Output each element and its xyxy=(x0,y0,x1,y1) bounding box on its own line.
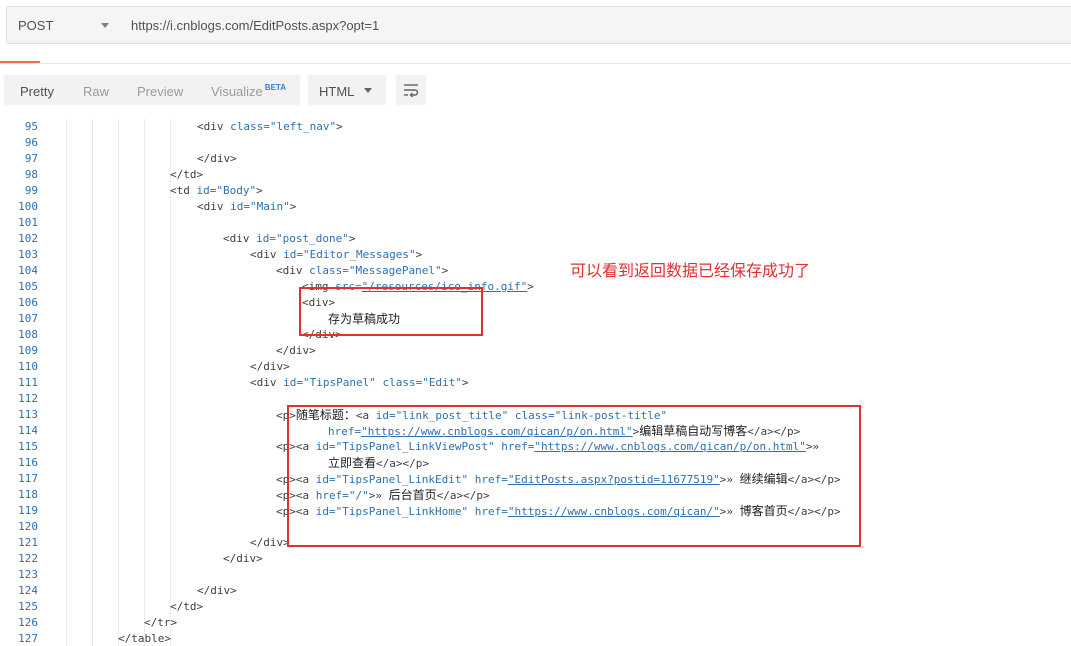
line-number: 117 xyxy=(18,472,38,485)
request-bar: POST https://i.cnblogs.com/EditPosts.asp… xyxy=(0,0,1071,52)
code-line: 124 </div> xyxy=(0,583,1071,599)
line-number: 121 xyxy=(18,536,38,549)
code-line: 125 </td> xyxy=(0,599,1071,615)
annotation-box-tips xyxy=(287,405,861,547)
line-number: 120 xyxy=(18,520,38,533)
tab-pretty[interactable]: Pretty xyxy=(20,84,54,99)
code-text: </tr> xyxy=(144,616,178,629)
code-line: 95 <div class="left_nav"> xyxy=(0,119,1071,135)
code-line: 107 存为草稿成功 xyxy=(0,311,1071,327)
line-number: 100 xyxy=(18,200,38,213)
line-number: 98 xyxy=(24,168,38,181)
line-number: 113 xyxy=(18,408,38,421)
url-text: https://i.cnblogs.com/EditPosts.aspx?opt… xyxy=(131,18,380,33)
line-number: 110 xyxy=(18,360,38,373)
line-number: 114 xyxy=(18,424,38,437)
format-select[interactable]: HTML xyxy=(308,75,386,105)
code-text: </td> xyxy=(170,168,204,181)
code-line: 109 </div> xyxy=(0,343,1071,359)
code-line: 102 <div id="post_done"> xyxy=(0,231,1071,247)
code-line: 111 <div id="TipsPanel" class="Edit"> xyxy=(0,375,1071,391)
code-text: <td id="Body"> xyxy=(170,184,263,197)
code-line: 97 </div> xyxy=(0,151,1071,167)
wrap-lines-button[interactable] xyxy=(396,75,426,105)
code-line: 98 </td> xyxy=(0,167,1071,183)
line-number: 95 xyxy=(24,120,38,133)
code-line: 108 </div> xyxy=(0,327,1071,343)
code-text: <div class="MessagePanel"> xyxy=(276,264,449,277)
code-line: 122 </div> xyxy=(0,551,1071,567)
http-method-select[interactable]: POST xyxy=(6,6,122,44)
code-line: 100 <div id="Main"> xyxy=(0,199,1071,215)
code-line: 103 <div id="Editor_Messages"> xyxy=(0,247,1071,263)
line-number: 107 xyxy=(18,312,38,325)
tab-preview[interactable]: Preview xyxy=(137,84,183,99)
line-number: 101 xyxy=(18,216,38,229)
line-number: 125 xyxy=(18,600,38,613)
code-text: <div class="left_nav"> xyxy=(197,120,343,133)
code-line: 123 xyxy=(0,567,1071,583)
line-number: 124 xyxy=(18,584,38,597)
code-text: <div id="post_done"> xyxy=(223,232,356,245)
code-line: 96 xyxy=(0,135,1071,151)
code-text: </td> xyxy=(170,600,204,613)
chevron-down-icon xyxy=(101,23,109,28)
code-line: 110 </div> xyxy=(0,359,1071,375)
line-number: 108 xyxy=(18,328,38,341)
code-line: 101 xyxy=(0,215,1071,231)
code-text: </div> xyxy=(250,360,290,373)
code-line: 104 <div class="MessagePanel"> xyxy=(0,263,1071,279)
format-label: HTML xyxy=(319,84,355,99)
line-number: 116 xyxy=(18,456,38,469)
line-number: 106 xyxy=(18,296,38,309)
code-text: </div> xyxy=(276,344,316,357)
code-text: <div id="TipsPanel" class="Edit"> xyxy=(250,376,469,389)
line-number: 126 xyxy=(18,616,38,629)
code-line: 105 <img src="/resources/ico_info.gif"> xyxy=(0,279,1071,295)
line-number: 97 xyxy=(24,152,38,165)
beta-badge: BETA xyxy=(264,83,286,92)
line-number: 103 xyxy=(18,248,38,261)
code-text: </div> xyxy=(197,584,237,597)
line-number: 118 xyxy=(18,488,38,501)
code-text: <div id="Editor_Messages"> xyxy=(250,248,423,261)
code-text: </table> xyxy=(118,632,171,645)
line-number: 127 xyxy=(18,632,38,645)
code-text: <div id="Main"> xyxy=(197,200,297,213)
line-number: 104 xyxy=(18,264,38,277)
code-text: </div> xyxy=(197,152,237,165)
code-text: </div> xyxy=(223,552,263,565)
code-text: </div> xyxy=(250,536,290,549)
tab-visualize-label: Visualize xyxy=(211,84,263,99)
line-number: 111 xyxy=(18,376,38,389)
response-toolbar: Pretty Raw Preview Visualize BETA HTML xyxy=(0,75,1071,107)
line-number: 112 xyxy=(18,392,38,405)
line-number: 96 xyxy=(24,136,38,149)
line-number: 115 xyxy=(18,440,38,453)
line-number: 109 xyxy=(18,344,38,357)
code-line: 106 <div> xyxy=(0,295,1071,311)
line-number: 99 xyxy=(24,184,38,197)
line-number: 122 xyxy=(18,552,38,565)
annotation-text: 可以看到返回数据已经保存成功了 xyxy=(570,261,811,280)
url-input[interactable]: https://i.cnblogs.com/EditPosts.aspx?opt… xyxy=(121,6,1071,44)
line-number: 102 xyxy=(18,232,38,245)
code-line: 126 </tr> xyxy=(0,615,1071,631)
line-number: 123 xyxy=(18,568,38,581)
line-number: 105 xyxy=(18,280,38,293)
annotation-box-success xyxy=(299,287,483,336)
wrap-lines-icon xyxy=(404,84,419,98)
tab-raw[interactable]: Raw xyxy=(83,84,109,99)
http-method-label: POST xyxy=(18,18,54,33)
view-mode-tabs: Pretty Raw Preview Visualize BETA xyxy=(4,75,300,105)
tab-visualize[interactable]: Visualize BETA xyxy=(211,83,286,99)
chevron-down-icon xyxy=(364,88,372,93)
line-number: 119 xyxy=(18,504,38,517)
code-viewer[interactable]: 95 <div class="left_nav"> 96 97 </div> 98 <… xyxy=(0,119,1071,646)
divider xyxy=(0,63,1071,64)
code-line: 127 </table> xyxy=(0,631,1071,646)
code-line: 99 <td id="Body"> xyxy=(0,183,1071,199)
